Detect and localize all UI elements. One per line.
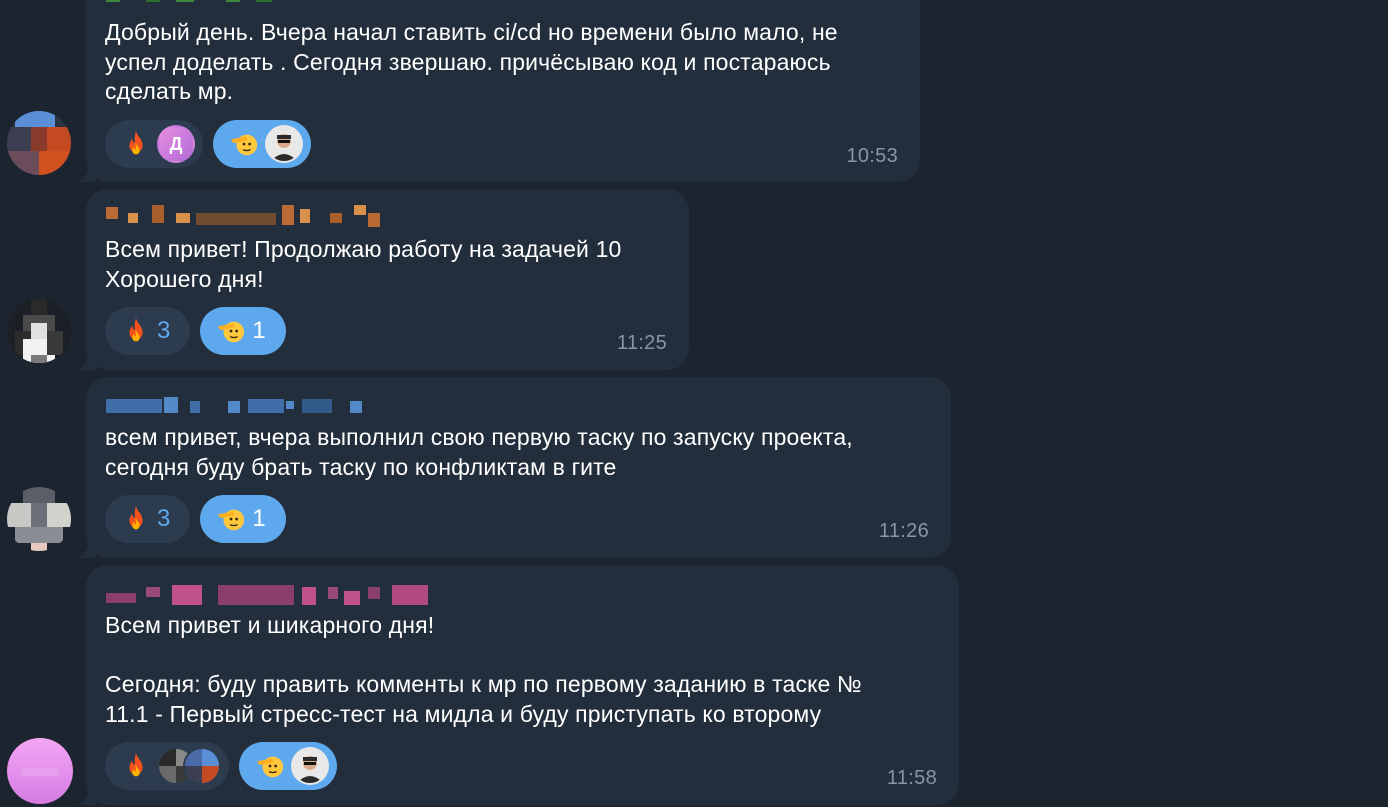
reactions-bar [105, 742, 337, 790]
message-bubble[interactable]: Всем привет! Продолжаю работу на задачей… [76, 189, 689, 370]
reactions-bar: 3 1 [105, 307, 286, 355]
message-bubble[interactable]: Добрый день. Вчера начал ставить ci/cd н… [76, 0, 920, 182]
message-time: 11:26 [878, 520, 929, 542]
reaction-count: 1 [252, 317, 266, 344]
fire-icon [121, 504, 151, 534]
sender-name [106, 397, 362, 413]
message-text: Добрый день. Вчера начал ставить ci/cd н… [105, 19, 838, 104]
message-time: 11:25 [616, 332, 667, 354]
sender-name [106, 205, 380, 227]
sender-avatar[interactable] [7, 738, 73, 804]
sender-name [106, 585, 428, 605]
sender-avatar[interactable] [7, 299, 71, 363]
bubble-tail [76, 538, 96, 558]
reaction-count: 3 [157, 317, 171, 344]
reaction-count: 1 [252, 505, 266, 532]
salute-icon [216, 316, 246, 346]
message-bubble[interactable]: Всем привет и шикарного дня! Сегодня: бу… [76, 565, 959, 805]
salute-icon [216, 504, 246, 534]
reactions-bar: 3 1 [105, 495, 286, 543]
reaction-fire[interactable]: Д [105, 120, 203, 168]
reaction-count: 3 [157, 505, 171, 532]
reactor-avatar: Д [157, 125, 195, 163]
message-time: 11:58 [886, 767, 937, 789]
reactor-avatar [291, 747, 329, 785]
reaction-fire[interactable] [105, 742, 229, 790]
reactor-avatar [183, 747, 221, 785]
message-time: 10:53 [846, 145, 898, 167]
fire-icon [121, 129, 151, 159]
reaction-salute[interactable]: 1 [200, 307, 286, 355]
message-bubble[interactable]: всем привет, вчера выполнил свою первую … [76, 377, 951, 558]
fire-icon [121, 751, 151, 781]
reactions-bar: Д [105, 120, 311, 168]
bubble-tail [76, 162, 96, 182]
sender-name [106, 0, 272, 2]
bubble-tail [76, 350, 96, 370]
reaction-salute[interactable] [213, 120, 311, 168]
reaction-fire[interactable]: 3 [105, 307, 191, 355]
salute-icon [229, 129, 259, 159]
chat-history[interactable]: Добрый день. Вчера начал ставить ci/cd н… [0, 0, 1388, 807]
message-text: Всем привет! Продолжаю работу на задачей… [105, 236, 622, 292]
bubble-tail [76, 785, 96, 805]
salute-icon [255, 751, 285, 781]
sender-avatar[interactable] [7, 487, 71, 551]
reaction-salute[interactable]: 1 [200, 495, 286, 543]
sender-avatar[interactable] [7, 111, 71, 175]
message-text: всем привет, вчера выполнил свою первую … [105, 424, 853, 480]
reactor-avatars [157, 747, 221, 785]
fire-icon [121, 316, 151, 346]
reactor-avatar [265, 125, 303, 163]
reaction-fire[interactable]: 3 [105, 495, 191, 543]
reaction-salute[interactable] [239, 742, 337, 790]
message-text: Всем привет и шикарного дня! Сегодня: бу… [105, 612, 862, 727]
